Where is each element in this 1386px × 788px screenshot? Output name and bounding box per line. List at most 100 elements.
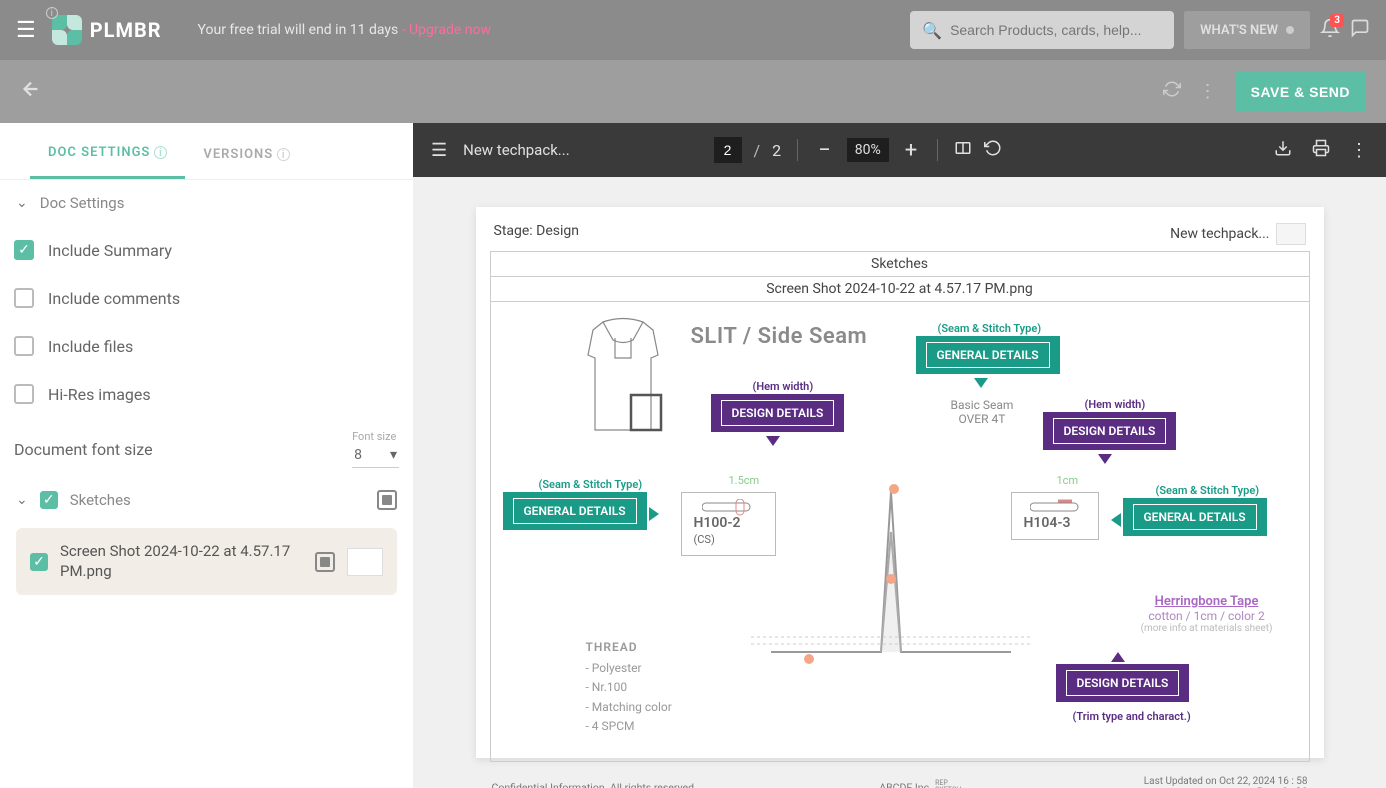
sub-header: ⋮ SAVE & SEND bbox=[0, 60, 1386, 123]
callout-label: (Hem width) bbox=[1085, 398, 1146, 411]
trial-prefix: Your free trial will end in 11 days bbox=[198, 22, 402, 38]
callout-design: DESIGN DETAILS bbox=[1056, 664, 1190, 702]
dimension-label: 1cm bbox=[1057, 474, 1079, 487]
footer-updated: Last Updated on Oct 22, 2024 16 : 58 bbox=[1144, 776, 1308, 787]
logo[interactable]: i PLMBR bbox=[52, 15, 162, 45]
trial-text: Your free trial will end in 11 days - Up… bbox=[198, 22, 491, 38]
font-size-select[interactable]: 8 ▾ bbox=[352, 443, 399, 468]
chevron-down-icon: ⌄ bbox=[16, 492, 28, 508]
callout-label: (Seam & Stitch Type) bbox=[938, 322, 1042, 335]
triangle-icon bbox=[1111, 513, 1121, 527]
search-icon: 🔍 bbox=[922, 21, 942, 40]
callout-label: (Seam & Stitch Type) bbox=[539, 478, 643, 491]
callout-general: GENERAL DETAILS bbox=[503, 492, 647, 530]
chat-icon[interactable] bbox=[1350, 18, 1370, 43]
page-input[interactable] bbox=[714, 137, 742, 163]
doc-settings-toggle[interactable]: ⌄ Doc Settings bbox=[0, 180, 413, 226]
fit-page-icon[interactable] bbox=[954, 139, 972, 162]
file-thumbnail bbox=[347, 548, 383, 576]
menu-icon[interactable]: ☰ bbox=[16, 18, 36, 43]
sketches-checkbox[interactable]: ✓ bbox=[40, 491, 58, 509]
include-summary-checkbox[interactable]: ✓ bbox=[14, 240, 34, 260]
sketches-title: Sketches bbox=[70, 491, 365, 509]
code-box-h104: H104-3 bbox=[1011, 492, 1099, 540]
file-item[interactable]: ✓ Screen Shot 2024-10-22 at 4.57.17 PM.p… bbox=[16, 528, 397, 595]
search-input[interactable] bbox=[950, 22, 1162, 38]
font-size-small-label: Font size bbox=[352, 430, 396, 443]
whats-new-button[interactable]: WHAT'S NEW bbox=[1184, 11, 1310, 49]
top-header: ☰ i PLMBR Your free trial will end in 11… bbox=[0, 0, 1386, 60]
marker-dot bbox=[804, 654, 814, 664]
triangle-icon bbox=[1111, 652, 1125, 662]
triangle-icon bbox=[1098, 454, 1112, 464]
dimension-label: 1.5cm bbox=[729, 474, 760, 487]
tab-label: VERSIONS bbox=[203, 147, 273, 162]
back-arrow-icon[interactable] bbox=[20, 78, 42, 106]
rotate-icon[interactable] bbox=[984, 139, 1002, 162]
include-summary-row: ✓ Include Summary bbox=[0, 226, 413, 274]
callout-label: (Seam & Stitch Type) bbox=[1156, 484, 1260, 497]
document-viewport[interactable]: Stage: Design New techpack... Sketches S… bbox=[413, 177, 1386, 788]
sync-icon[interactable] bbox=[1163, 80, 1181, 103]
include-comments-row: Include comments bbox=[0, 274, 413, 322]
footer-rep: REPSKETCH bbox=[935, 780, 961, 788]
include-files-checkbox[interactable] bbox=[14, 336, 34, 356]
triangle-icon bbox=[974, 378, 988, 388]
sketch-box: Sketches Screen Shot 2024-10-22 at 4.57.… bbox=[490, 251, 1310, 762]
notifications-icon[interactable]: 3 bbox=[1320, 18, 1340, 43]
info-icon: i bbox=[154, 146, 167, 159]
tab-doc-settings[interactable]: DOC SETTINGS i bbox=[30, 123, 185, 179]
checkbox-label: Hi-Res images bbox=[48, 385, 151, 404]
zoom-out-button[interactable]: − bbox=[814, 138, 835, 163]
document-page: Stage: Design New techpack... Sketches S… bbox=[476, 207, 1324, 758]
tab-versions[interactable]: VERSIONS i bbox=[185, 123, 308, 179]
hires-checkbox[interactable] bbox=[14, 384, 34, 404]
hires-row: Hi-Res images bbox=[0, 370, 413, 418]
thread-block: THREAD - Polyester - Nr.100 - Matching c… bbox=[586, 638, 672, 736]
viewer-menu-icon[interactable]: ☰ bbox=[431, 140, 447, 161]
mini-thumbnail bbox=[1276, 223, 1306, 245]
brand-text: PLMBR bbox=[90, 18, 162, 42]
sketches-toggle[interactable]: ⌄ ✓ Sketches bbox=[16, 490, 397, 510]
file-name: Screen Shot 2024-10-22 at 4.57.17 PM.png bbox=[60, 542, 303, 581]
viewer-toolbar: ☰ New techpack... / 2 − 80% + bbox=[413, 123, 1386, 177]
include-files-row: Include files bbox=[0, 322, 413, 370]
file-checkbox[interactable]: ✓ bbox=[30, 553, 48, 571]
callout-general: GENERAL DETAILS bbox=[1123, 498, 1267, 536]
section-title: Doc Settings bbox=[40, 194, 125, 212]
font-size-value: 8 bbox=[354, 447, 362, 463]
code-box-h100: H100-2 (CS) bbox=[681, 492, 776, 556]
left-panel: DOC SETTINGS i VERSIONS i ⌄ Doc Settings… bbox=[0, 123, 413, 788]
notif-badge: 3 bbox=[1330, 14, 1344, 27]
zoom-value: 80% bbox=[847, 138, 889, 162]
marker-dot bbox=[889, 484, 899, 494]
include-comments-checkbox[interactable] bbox=[14, 288, 34, 308]
print-icon[interactable] bbox=[1312, 139, 1330, 162]
chevron-down-icon: ⌄ bbox=[16, 195, 28, 211]
viewer-title: New techpack... bbox=[463, 141, 570, 159]
search-box[interactable]: 🔍 bbox=[910, 11, 1174, 49]
checkbox-label: Include Summary bbox=[48, 241, 172, 260]
stage-label: Stage: Design bbox=[494, 223, 580, 245]
download-icon[interactable] bbox=[1274, 139, 1292, 162]
zoom-in-button[interactable]: + bbox=[901, 138, 921, 163]
tab-label: DOC SETTINGS bbox=[48, 145, 150, 160]
callout-design: DESIGN DETAILS bbox=[711, 394, 845, 432]
viewer-kebab-icon[interactable]: ⋮ bbox=[1350, 140, 1368, 161]
doc-footer: Confidential Information. All rights res… bbox=[490, 762, 1310, 788]
triangle-icon bbox=[766, 436, 780, 446]
footer-confidential: Confidential Information. All rights res… bbox=[492, 781, 697, 788]
save-send-button[interactable]: SAVE & SEND bbox=[1235, 72, 1366, 112]
checkbox-label: Include files bbox=[48, 337, 133, 356]
herringbone-note: Herringbone Tape cotton / 1cm / color 2 … bbox=[1141, 594, 1273, 634]
upgrade-link[interactable]: - Upgrade now bbox=[402, 22, 491, 38]
info-icon: i bbox=[46, 7, 58, 19]
logo-icon bbox=[52, 15, 82, 45]
triangle-icon bbox=[649, 507, 659, 521]
total-pages: 2 bbox=[772, 141, 781, 160]
page-mode-icon[interactable] bbox=[315, 552, 335, 572]
kebab-icon[interactable]: ⋮ bbox=[1199, 81, 1217, 102]
font-size-label: Document font size bbox=[14, 440, 153, 459]
page-mode-icon[interactable] bbox=[377, 490, 397, 510]
sketch-canvas: SLIT / Side Seam bbox=[491, 301, 1309, 761]
